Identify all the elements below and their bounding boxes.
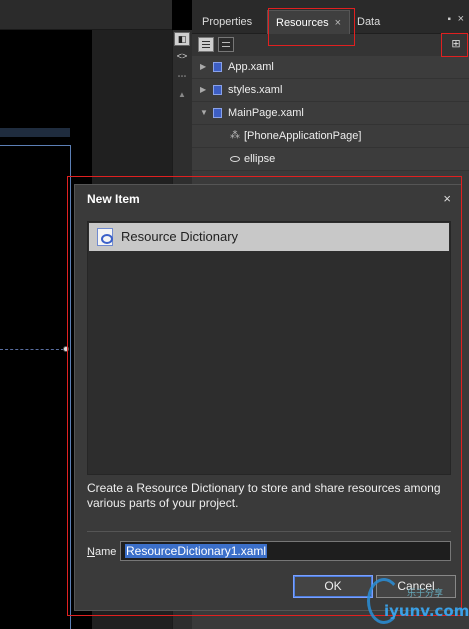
item-template-list[interactable]: Resource Dictionary (87, 221, 451, 475)
tab-close-icon[interactable]: × (335, 17, 341, 29)
tree-item-app-xaml[interactable]: ▶ App.xaml (192, 56, 469, 79)
tree-item-label: [PhoneApplicationPage] (244, 130, 362, 142)
tab-properties[interactable]: Properties (194, 10, 260, 34)
page-element-icon: ⁂ (230, 130, 240, 141)
pin-icon[interactable]: ▪ (447, 14, 451, 25)
tree-item-mainpage-xaml[interactable]: ▼ MainPage.xaml (192, 102, 469, 125)
new-resource-dictionary-icon[interactable]: ⊞ (448, 37, 464, 52)
resize-handle[interactable] (63, 346, 69, 352)
xaml-file-icon (213, 62, 222, 72)
list-item-label: Resource Dictionary (121, 229, 239, 244)
scroll-up-arrow-icon[interactable]: ▲ (178, 90, 186, 99)
name-input-value: ResourceDictionary1.xaml (125, 544, 268, 558)
view-mode-icons: ◧ <> ⋯ (172, 30, 192, 90)
xaml-file-icon (213, 108, 222, 118)
resource-tree: ▶ App.xaml ▶ styles.xaml ▼ MainPage.xaml… (192, 56, 469, 171)
tree-item-styles-xaml[interactable]: ▶ styles.xaml (192, 79, 469, 102)
tree-item-label: styles.xaml (228, 84, 283, 96)
close-icon[interactable]: × (458, 13, 464, 25)
list-item-resource-dictionary[interactable]: Resource Dictionary (89, 223, 449, 251)
dialog-title: New Item (87, 192, 140, 206)
resources-toolbar: ⊞ (192, 34, 469, 56)
name-label-accesskey: N (87, 546, 95, 558)
tree-item-label: ellipse (244, 153, 276, 165)
grid-view-icon[interactable] (218, 37, 234, 52)
tree-item-phone-application-page[interactable]: ⁂ [PhoneApplicationPage] (192, 125, 469, 148)
code-view-icon[interactable]: <> (174, 50, 190, 64)
tree-item-ellipse[interactable]: ellipse (192, 148, 469, 171)
page-frame (0, 145, 71, 629)
dialog-close-icon[interactable]: × (443, 191, 451, 206)
cancel-button[interactable]: Cancel (376, 575, 456, 598)
name-input[interactable]: ResourceDictionary1.xaml (120, 541, 451, 561)
resource-dictionary-icon (97, 228, 113, 246)
tab-data[interactable]: Data (349, 10, 388, 34)
guide-line (0, 349, 64, 350)
design-view-icon[interactable]: ◧ (174, 32, 190, 46)
collapse-icon[interactable]: ▼ (200, 102, 208, 124)
xaml-file-icon (213, 85, 222, 95)
tab-label: Resources (276, 17, 329, 29)
expand-icon[interactable]: ▶ (200, 79, 206, 101)
ellipse-icon (230, 156, 240, 162)
name-label: Name (87, 546, 116, 558)
tab-label: Properties (202, 16, 253, 28)
item-description: Create a Resource Dictionary to store an… (87, 481, 441, 510)
panel-tabbar: Properties Resources × Data ▪ × (192, 0, 469, 34)
expand-icon[interactable]: ▶ (200, 56, 206, 78)
split-view-icon[interactable]: ⋯ (174, 70, 190, 84)
tree-item-label: MainPage.xaml (228, 107, 304, 119)
tab-label: Data (357, 16, 381, 28)
tree-item-label: App.xaml (228, 61, 274, 73)
ok-button[interactable]: OK (293, 575, 373, 598)
new-item-dialog: New Item × Resource Dictionary Create a … (74, 184, 462, 611)
tab-resources[interactable]: Resources × (267, 10, 351, 34)
list-view-icon[interactable] (198, 37, 214, 52)
artboard-top-strip (0, 0, 172, 30)
page-frame-header (0, 128, 70, 137)
name-label-rest: ame (94, 546, 117, 558)
divider (87, 531, 451, 532)
